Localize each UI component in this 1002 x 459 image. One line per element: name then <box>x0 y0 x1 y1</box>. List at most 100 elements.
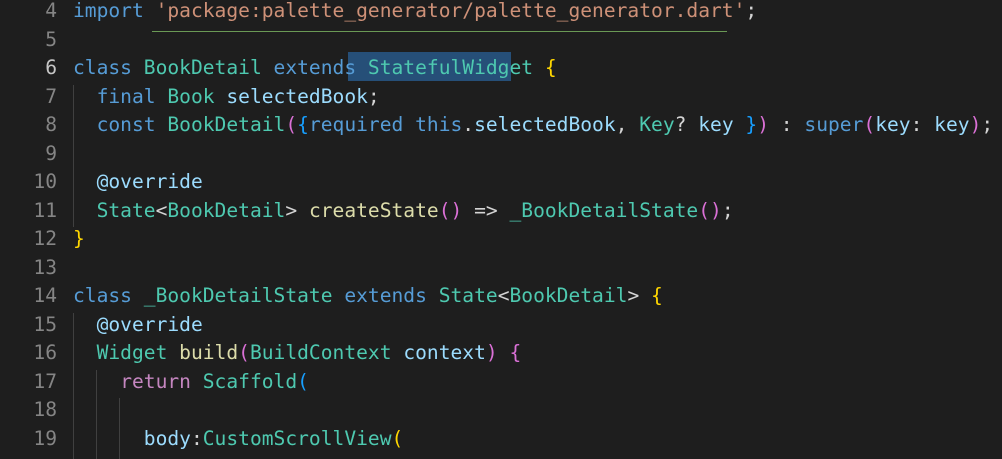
line-code: @override <box>73 168 203 197</box>
code-token: 'package:palette_generator/palette_gener… <box>155 0 746 22</box>
code-token: { <box>544 56 557 79</box>
code-line[interactable]: 15 @override <box>0 311 1002 340</box>
code-token: _BookDetailState <box>143 284 333 307</box>
code-token: . <box>462 113 475 136</box>
code-token: return <box>120 369 191 393</box>
code-token: ) <box>485 341 498 364</box>
line-number: 9 <box>45 141 57 165</box>
line-code: return Scaffold( <box>73 368 309 397</box>
code-token: } <box>745 113 758 136</box>
code-token: State <box>438 284 498 307</box>
code-token: ; <box>745 0 758 22</box>
code-line[interactable]: 4 import 'package:palette_generator/palet… <box>0 0 1002 26</box>
code-token: BookDetail <box>509 284 628 307</box>
code-line[interactable]: 6 class BookDetail extends StatefulWidget… <box>0 54 1002 83</box>
code-line[interactable]: 18 <box>0 396 1002 425</box>
code-token: CustomScrollView <box>202 426 392 450</box>
code-line[interactable]: 8 const BookDetail({required this.select… <box>0 111 1002 140</box>
code-line[interactable]: 19 body:CustomScrollView( <box>0 425 1002 454</box>
code-line[interactable]: 9 <box>0 140 1002 169</box>
line-number: 6 <box>45 56 57 79</box>
code-line[interactable]: 14 class _BookDetailState extends State<B… <box>0 282 1002 311</box>
code-token: extends <box>273 56 357 79</box>
code-editor[interactable]: 4 import 'package:palette_generator/palet… <box>0 0 1002 459</box>
code-token: selectedBook <box>226 84 368 108</box>
code-token: ( <box>391 426 404 450</box>
code-token: ; <box>721 198 734 222</box>
code-token: BookDetail <box>143 56 262 79</box>
code-line[interactable]: 17 return Scaffold( <box>0 368 1002 397</box>
code-token: BuildContext <box>249 341 392 364</box>
code-token: ( <box>698 198 711 222</box>
code-token: State <box>96 198 156 222</box>
code-token: Key <box>639 113 675 136</box>
code-token: Book <box>167 84 215 108</box>
code-token: { <box>297 113 309 136</box>
code-line[interactable]: 16 Widget build(BuildContext context) { <box>0 339 1002 368</box>
code-token: required <box>308 113 404 136</box>
code-token: class <box>73 56 132 79</box>
line-number: 17 <box>33 369 57 393</box>
line-number: 13 <box>33 255 57 279</box>
line-number: 16 <box>33 341 57 364</box>
code-token: final <box>96 84 156 108</box>
line-number: 8 <box>45 113 57 136</box>
code-line[interactable]: 11 State<BookDetail> createState() => _B… <box>0 197 1002 226</box>
code-token: : <box>190 426 203 450</box>
line-code: Widget build(BuildContext context) { <box>73 339 522 368</box>
line-number: 19 <box>33 426 57 450</box>
code-token: super <box>804 113 864 136</box>
code-token: Widget <box>96 341 168 364</box>
code-token: key <box>698 113 734 136</box>
code-token: { <box>509 341 522 364</box>
code-line[interactable]: 10 @override <box>0 168 1002 197</box>
code-line[interactable]: 5 <box>0 26 1002 55</box>
code-token: < <box>155 198 168 222</box>
code-token: ( <box>238 341 250 364</box>
line-number: 18 <box>33 398 57 421</box>
line-code: final Book selectedBook; <box>73 83 380 112</box>
code-token: StatefulWidget <box>367 56 534 79</box>
code-token: : <box>769 113 805 136</box>
code-token: class <box>73 284 132 307</box>
line-code: import 'package:palette_generator/palett… <box>73 0 757 26</box>
code-token: BookDetail <box>167 113 286 136</box>
line-number: 5 <box>45 27 57 51</box>
code-line[interactable]: 7 final Book selectedBook; <box>0 83 1002 112</box>
line-number: 4 <box>45 0 57 22</box>
code-token: @override <box>96 312 203 336</box>
code-line[interactable]: 12} <box>0 225 1002 254</box>
line-code: @override <box>73 311 203 340</box>
code-line[interactable]: 13 <box>0 254 1002 283</box>
line-code: body:CustomScrollView( <box>73 425 404 454</box>
code-token: _BookDetailState <box>509 198 699 222</box>
line-code: State<BookDetail> createState() => _Book… <box>73 197 734 226</box>
code-token: < <box>497 284 510 307</box>
code-token: @override <box>96 170 203 193</box>
code-token: ) <box>969 113 982 136</box>
code-token: ) <box>757 113 770 136</box>
line-code: class BookDetail extends StatefulWidget … <box>73 54 557 83</box>
code-token: build <box>179 341 239 364</box>
line-code: const BookDetail({required this.selected… <box>73 111 994 140</box>
